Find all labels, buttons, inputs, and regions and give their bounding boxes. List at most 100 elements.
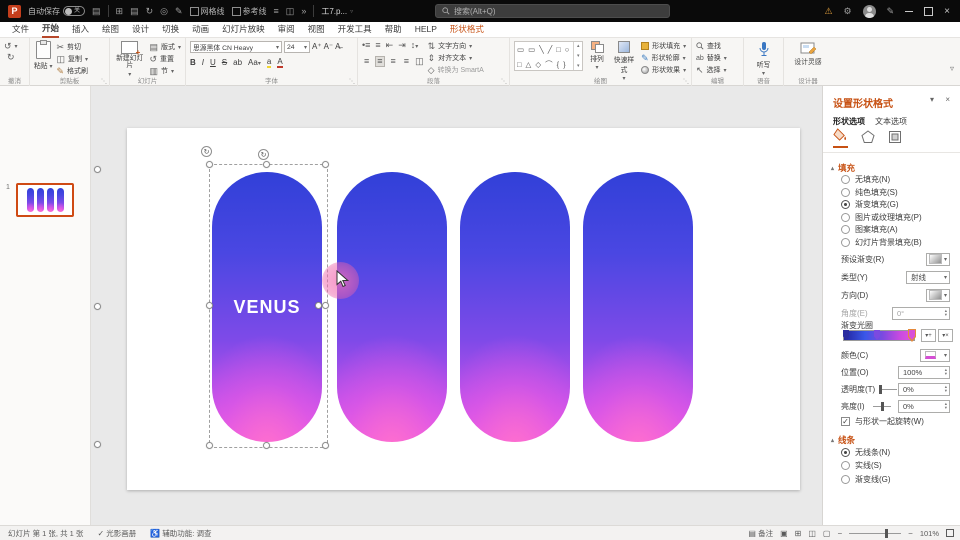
panel-tab-shape-options[interactable]: 形状选项 <box>833 116 865 127</box>
undo-icon[interactable]: ↺ <box>4 41 12 51</box>
print-icon[interactable]: ⊞ <box>116 6 124 16</box>
rotate-with-shape-checkbox[interactable]: ✓ 与形状一起旋转(W) <box>841 416 924 427</box>
resize-handle-extra[interactable] <box>315 302 322 309</box>
brightness-slider[interactable] <box>873 401 892 411</box>
image-icon[interactable]: ▤ <box>130 6 139 16</box>
highlight-color-button[interactable]: a <box>266 58 272 68</box>
placeholder-handle-bottom-left[interactable] <box>94 441 101 448</box>
redo-icon[interactable]: ↻ <box>7 53 15 62</box>
remove-gradient-stop-button[interactable]: ▾× <box>938 329 953 342</box>
gradient-stop-2[interactable] <box>873 329 881 342</box>
radio-solid-line[interactable]: 实线(S) <box>841 460 882 471</box>
strikethrough-button[interactable]: S <box>222 59 227 67</box>
gradient-stop-1[interactable] <box>842 329 850 342</box>
dialog-launcher-icon[interactable]: ⋱ <box>349 78 355 85</box>
design-ideas-button[interactable]: 设计灵感 <box>794 41 822 66</box>
chevron-down-icon[interactable]: ▾ <box>15 43 18 50</box>
radio-solid-fill[interactable]: 纯色填充(S) <box>841 187 898 198</box>
arrange-button[interactable]: 排列 ▾ <box>587 41 607 71</box>
warning-icon[interactable]: ⚠ <box>824 6 832 17</box>
align-objects-icon[interactable]: ≡ <box>274 6 279 16</box>
edit-pencil-icon[interactable]: ✎ <box>887 6 895 16</box>
shape-effects-button[interactable]: 形状效果 ▾ <box>641 65 687 75</box>
resize-handle-middle-right[interactable] <box>322 302 329 309</box>
panel-tab-text-options[interactable]: 文本选项 <box>875 116 907 127</box>
dialog-launcher-icon[interactable]: ⋱ <box>683 78 689 85</box>
tab-home[interactable]: 开始 <box>42 21 60 38</box>
zoom-slider[interactable] <box>849 528 902 538</box>
justify-button[interactable]: ≡ <box>402 56 411 67</box>
avatar[interactable] <box>862 4 876 18</box>
rotate-handle-icon[interactable]: ↻ <box>201 146 212 157</box>
clear-formatting-button[interactable]: A̶ <box>335 43 340 51</box>
grow-font-button[interactable]: A⁺ <box>312 43 322 51</box>
radio-gradient-line[interactable]: 渐变线(G) <box>841 474 891 485</box>
panel-menu-icon[interactable]: ▾ <box>930 95 934 104</box>
zoom-in-button[interactable]: − <box>908 529 913 538</box>
shape-circle-icon[interactable]: ◎ <box>160 6 168 16</box>
settings-icon[interactable]: ⚙ <box>844 6 852 16</box>
underline-button[interactable]: U <box>210 59 216 67</box>
app-icon[interactable]: P <box>8 4 21 18</box>
tab-slideshow[interactable]: 幻灯片放映 <box>222 22 265 37</box>
radio-picture-fill[interactable]: 图片或纹理填充(P) <box>841 212 922 223</box>
type-dropdown[interactable]: 射线 ▾ <box>906 270 950 284</box>
reading-view-button[interactable]: ◫ <box>808 529 816 538</box>
resize-handle-top-left[interactable] <box>206 161 213 168</box>
dialog-launcher-icon[interactable]: ⋱ <box>501 78 507 85</box>
slideshow-button[interactable]: ▢ <box>823 529 831 538</box>
convert-smartart-button[interactable]: ◇ 转换为 SmartArt <box>428 65 488 75</box>
shape-pill-2[interactable] <box>337 172 447 442</box>
gradient-stop-3-selected[interactable] <box>908 329 916 342</box>
replace-button[interactable]: ab 替换 ▾ <box>696 53 727 63</box>
brightness-spinner[interactable]: 0% ▴ ▾ <box>898 399 950 413</box>
fit-to-window-icon[interactable] <box>946 529 954 537</box>
align-center-button[interactable]: ≡ <box>375 56 385 67</box>
restore-button[interactable] <box>924 6 934 16</box>
shape-pill-3[interactable] <box>460 172 570 442</box>
shape-fill-button[interactable]: 形状填充 ▾ <box>641 41 687 51</box>
panel-close-icon[interactable]: × <box>945 95 950 104</box>
dictate-button[interactable]: 听写 ▾ <box>757 41 770 77</box>
numbering-button[interactable]: ≡ <box>375 41 380 50</box>
tab-animations[interactable]: 动画 <box>192 22 209 37</box>
character-spacing-button[interactable]: ab <box>233 59 242 67</box>
fill-section-header[interactable]: ▴ 填充 <box>831 162 855 174</box>
radio-background-fill[interactable]: 幻灯片背景填充(B) <box>841 237 922 248</box>
gridlines-checkbox[interactable]: 网格线 <box>189 6 225 17</box>
theme-name[interactable]: ✓ 光影画册 <box>97 528 136 539</box>
zoom-slider-thumb[interactable] <box>885 528 889 538</box>
radio-pattern-fill[interactable]: 图案填充(A) <box>841 224 898 235</box>
resize-handle-middle-left[interactable] <box>206 302 213 309</box>
tab-insert[interactable]: 插入 <box>72 22 89 37</box>
outdent-button[interactable]: ⇤ <box>386 41 394 50</box>
tab-draw[interactable]: 绘图 <box>102 22 119 37</box>
angle-spinner[interactable]: 0° ▴ ▾ <box>892 306 950 320</box>
tab-shape-format[interactable]: 形状格式 <box>450 22 484 37</box>
resize-handle-bottom-left[interactable] <box>206 442 213 449</box>
shrink-font-button[interactable]: A⁻ <box>324 43 334 51</box>
effects-tab[interactable] <box>861 130 875 146</box>
shape-pill-4[interactable] <box>583 172 693 442</box>
redo-icon[interactable]: ↻ <box>146 6 154 16</box>
document-title[interactable]: 工7.p... ▿ <box>321 6 353 17</box>
new-slide-button[interactable]: 新建幻灯片 ▾ <box>114 41 145 78</box>
tab-review[interactable]: 审阅 <box>278 22 295 37</box>
dialog-launcher-icon[interactable]: ⋱ <box>101 78 107 85</box>
autosave-toggle[interactable]: 自动保存 关 <box>28 6 85 17</box>
position-spinner[interactable]: 100% ▴ ▾ <box>898 365 950 379</box>
text-direction-button[interactable]: ⇅ 文字方向 ▾ <box>428 41 488 51</box>
reset-button[interactable]: ↺ 重置 <box>149 54 181 64</box>
copy-button[interactable]: ◫ 复制 ▾ <box>57 54 89 64</box>
format-painter-icon[interactable]: ✎ <box>175 6 183 16</box>
bold-button[interactable]: B <box>190 59 196 67</box>
more-commands-icon[interactable]: » <box>301 6 306 16</box>
align-text-button[interactable]: ⇕ 对齐文本 ▾ <box>428 53 488 63</box>
close-button[interactable]: × <box>944 6 950 17</box>
tab-design[interactable]: 设计 <box>132 22 149 37</box>
tab-developer[interactable]: 开发工具 <box>338 22 372 37</box>
columns-button[interactable]: ◫ <box>415 57 424 66</box>
distribute-icon[interactable]: ◫ <box>286 6 295 16</box>
italic-button[interactable]: I <box>202 59 204 67</box>
change-case-button[interactable]: Aa▾ <box>248 59 261 68</box>
